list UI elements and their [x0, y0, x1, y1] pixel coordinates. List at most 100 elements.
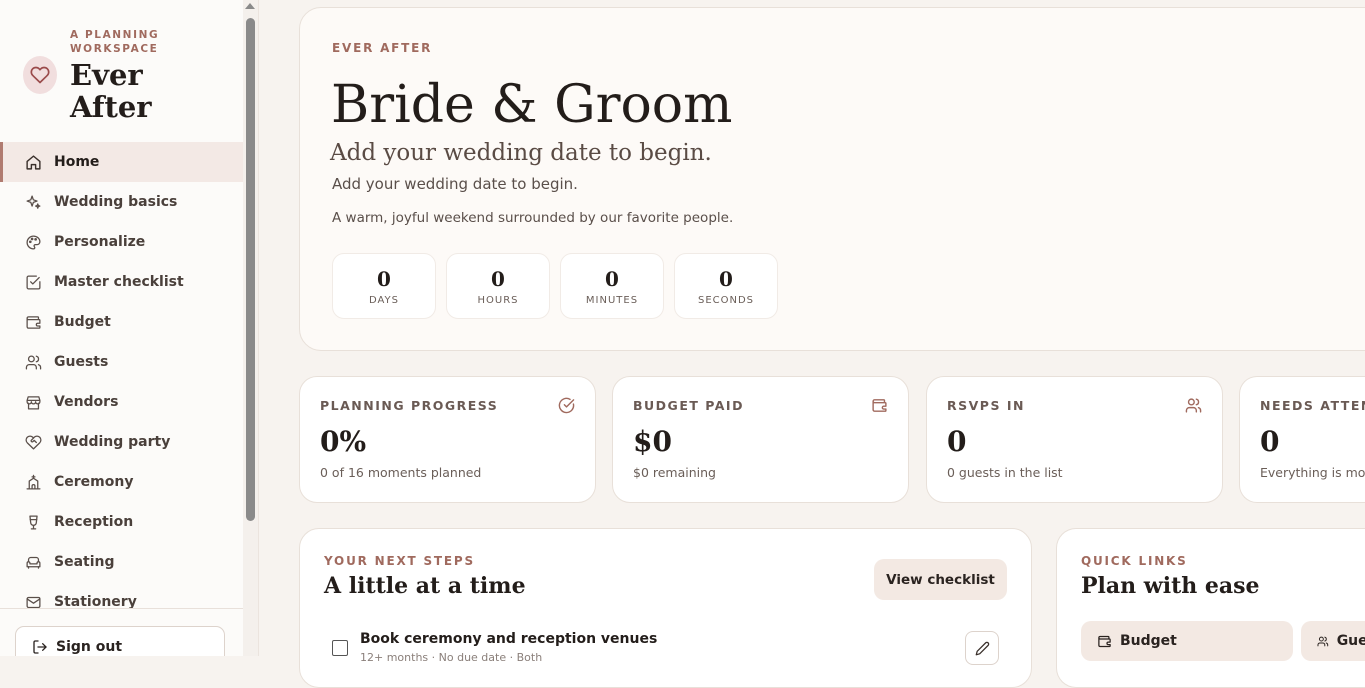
- sidebar-item-label: Wedding basics: [54, 194, 178, 210]
- view-checklist-button[interactable]: View checklist: [874, 559, 1007, 600]
- stat-rsvps-in: RSVPS IN 0 0 guests in the list: [926, 376, 1223, 503]
- sidebar-scrollbar-thumb[interactable]: [246, 18, 255, 521]
- hero-tagline: A warm, joyful weekend surrounded by our…: [332, 210, 734, 226]
- stat-subtext: 0 guests in the list: [947, 465, 1063, 480]
- countdown-label: SECONDS: [697, 294, 755, 306]
- home-icon: [26, 154, 41, 170]
- countdown-value: 0: [605, 266, 619, 291]
- sidebar-item-label: Guests: [54, 354, 109, 370]
- sidebar-item-stationery[interactable]: Stationery: [0, 582, 243, 622]
- quick-links-eyebrow: QUICK LINKS: [1081, 554, 1188, 568]
- hero-date-note: Add your wedding date to begin.: [332, 175, 578, 193]
- stat-value: $0: [633, 425, 672, 458]
- sidebar-item-label: Master checklist: [54, 274, 184, 290]
- stat-subtext: 0 of 16 moments planned: [320, 465, 482, 480]
- countdown-value: 0: [491, 266, 505, 291]
- countdown-hours: 0 HOURS: [446, 253, 550, 319]
- sidebar-item-label: Budget: [54, 314, 111, 330]
- countdown-minutes: 0 MINUTES: [560, 253, 664, 319]
- sign-out-button[interactable]: Sign out: [15, 626, 225, 656]
- sidebar-item-wedding-basics[interactable]: Wedding basics: [0, 182, 243, 222]
- countdown-label: MINUTES: [585, 294, 639, 306]
- quick-link-guests[interactable]: Guests: [1301, 621, 1365, 661]
- sidebar-item-label: Vendors: [54, 394, 119, 410]
- sidebar-item-label: Wedding party: [54, 434, 171, 450]
- heart-icon: [23, 56, 57, 94]
- heart-handshake-icon: [25, 434, 42, 450]
- sidebar-item-personalize[interactable]: Personalize: [0, 222, 243, 262]
- sidebar-item-master-checklist[interactable]: Master checklist: [0, 262, 243, 302]
- users-icon: [1317, 636, 1329, 646]
- stat-label: BUDGET PAID: [633, 398, 744, 413]
- stat-subtext: $0 remaining: [633, 465, 716, 480]
- log-out-icon: [33, 640, 47, 654]
- stat-label: RSVPS IN: [947, 398, 1025, 413]
- stat-value: 0: [1260, 425, 1280, 458]
- stat-budget-paid: BUDGET PAID $0 $0 remaining: [612, 376, 909, 503]
- users-icon: [25, 354, 42, 370]
- sidebar-item-wedding-party[interactable]: Wedding party: [0, 422, 243, 462]
- stat-subtext: Everything is moving: [1260, 465, 1365, 480]
- wallet-icon: [872, 399, 887, 412]
- sidebar-item-guests[interactable]: Guests: [0, 342, 243, 382]
- sidebar-item-reception[interactable]: Reception: [0, 502, 243, 542]
- brand-title: Ever After: [70, 58, 152, 124]
- quick-links-title: Plan with ease: [1081, 573, 1260, 599]
- circle-check-icon: [558, 397, 575, 414]
- countdown: 0 DAYS 0 HOURS 0 MINUTES 0 SECONDS: [332, 253, 778, 319]
- countdown-value: 0: [719, 266, 733, 291]
- sparkles-icon: [26, 194, 41, 209]
- countdown-value: 0: [377, 266, 391, 291]
- sidebar-item-seating[interactable]: Seating: [0, 542, 243, 582]
- sidebar-divider: [0, 608, 243, 609]
- couple-names: Bride & Groom: [331, 75, 733, 135]
- sidebar-item-vendors[interactable]: Vendors: [0, 382, 243, 422]
- countdown-days: 0 DAYS: [332, 253, 436, 319]
- sidebar-item-label: Seating: [54, 554, 115, 570]
- sidebar-item-label: Ceremony: [54, 474, 134, 490]
- sidebar-item-label: Personalize: [54, 234, 146, 250]
- brand-subtitle: A PLANNING WORKSPACE: [70, 29, 160, 55]
- sofa-icon: [26, 556, 41, 569]
- sidebar-item-home[interactable]: Home: [0, 142, 243, 182]
- sidebar: A PLANNING WORKSPACE Ever After Home Wed…: [0, 0, 259, 656]
- stat-label: NEEDS ATTENTION: [1260, 398, 1365, 413]
- quick-link-label: Guests: [1336, 633, 1365, 649]
- checkbox-icon: [26, 274, 41, 290]
- pencil-icon: [975, 641, 989, 655]
- hero-date-prompt: Add your wedding date to begin.: [330, 140, 712, 166]
- countdown-label: DAYS: [368, 294, 400, 306]
- quick-link-budget[interactable]: Budget: [1081, 621, 1293, 661]
- stat-label: PLANNING PROGRESS: [320, 398, 499, 413]
- glass-icon: [29, 514, 38, 530]
- next-steps-eyebrow: YOUR NEXT STEPS: [324, 554, 475, 568]
- store-icon: [26, 395, 41, 410]
- hero-eyebrow: EVER AFTER: [332, 41, 433, 55]
- quick-links-card: QUICK LINKS Plan with ease Budget Guests: [1056, 528, 1365, 688]
- countdown-seconds: 0 SECONDS: [674, 253, 778, 319]
- hero-card: EVER AFTER Bride & Groom Add your weddin…: [299, 7, 1365, 351]
- task-meta: 12+ months · No due date · Both: [360, 651, 543, 664]
- sidebar-item-ceremony[interactable]: Ceremony: [0, 462, 243, 502]
- users-icon: [1185, 398, 1202, 413]
- scroll-up-arrow[interactable]: [245, 3, 255, 9]
- palette-icon: [26, 234, 41, 250]
- task-title: Book ceremony and reception venues: [360, 631, 658, 647]
- edit-task-button[interactable]: [965, 631, 999, 665]
- quick-link-label: Budget: [1120, 633, 1177, 649]
- task-checkbox[interactable]: [332, 640, 348, 656]
- wallet-icon: [1098, 635, 1111, 647]
- church-icon: [26, 474, 41, 490]
- stat-value: 0%: [320, 425, 367, 458]
- sidebar-item-label: Reception: [54, 514, 134, 530]
- sidebar-item-label: Home: [54, 154, 100, 170]
- next-steps-title: A little at a time: [324, 573, 526, 599]
- next-steps-card: YOUR NEXT STEPS A little at a time View …: [299, 528, 1032, 688]
- sign-out-label: Sign out: [56, 639, 123, 655]
- stat-value: 0: [947, 425, 967, 458]
- sidebar-nav: Home Wedding basics Personalize Master c…: [0, 142, 243, 622]
- stat-needs-attention: NEEDS ATTENTION 0 Everything is moving: [1239, 376, 1365, 503]
- sidebar-item-budget[interactable]: Budget: [0, 302, 243, 342]
- countdown-label: HOURS: [477, 294, 519, 306]
- task-item: Book ceremony and reception venues 12+ m…: [332, 631, 999, 681]
